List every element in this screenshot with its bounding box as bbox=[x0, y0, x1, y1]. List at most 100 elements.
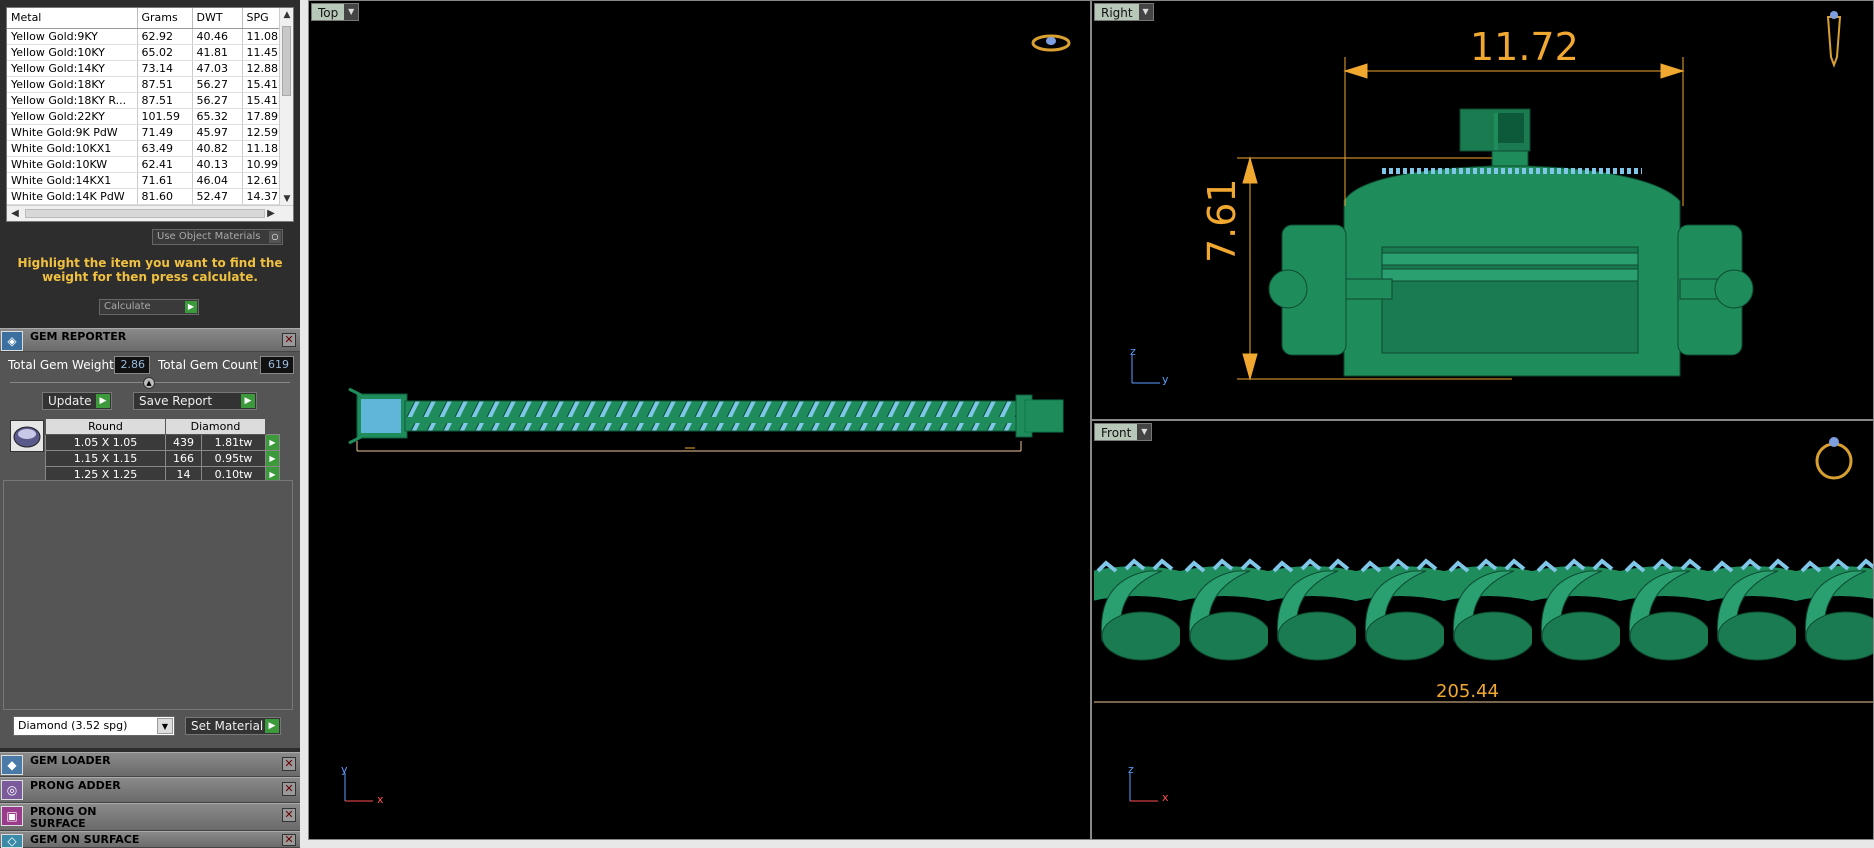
pen-orientation-icon bbox=[1826, 11, 1842, 68]
dwt-cell: 56.27 bbox=[192, 92, 243, 109]
axis-label-x: x bbox=[1162, 791, 1169, 804]
close-icon[interactable]: ✕ bbox=[282, 808, 296, 822]
update-button[interactable]: Update ▶ bbox=[42, 392, 112, 410]
metal-table-hscroll[interactable]: ◀ ▶ bbox=[7, 205, 293, 221]
col-grams[interactable]: Grams bbox=[137, 8, 193, 29]
metal-name-cell: Yellow Gold:10KY bbox=[7, 44, 138, 61]
grams-cell: 62.92 bbox=[137, 28, 193, 45]
gem-report-row[interactable]: 1.05 X 1.05 439 1.81tw ▶ bbox=[45, 434, 280, 451]
calculate-label: Calculate bbox=[104, 301, 151, 312]
set-material-button[interactable]: Set Material ▶ bbox=[185, 717, 281, 735]
close-icon[interactable]: ✕ bbox=[282, 834, 296, 846]
front-view-canvas bbox=[1094, 437, 1873, 802]
axis-triad bbox=[1129, 773, 1158, 802]
col-metal[interactable]: Metal bbox=[7, 8, 138, 29]
play-icon: ▶ bbox=[265, 719, 279, 733]
vscroll-thumb[interactable] bbox=[282, 26, 291, 96]
grams-cell: 101.59 bbox=[137, 108, 193, 125]
viewport-front[interactable]: Front ▼ 205.44 z x bbox=[1091, 420, 1874, 840]
metal-table-header: Metal Grams DWT SPG bbox=[7, 8, 293, 29]
metal-table-row[interactable]: White Gold:14KX1 71.61 46.04 12.61 bbox=[7, 172, 293, 189]
close-icon[interactable]: ✕ bbox=[282, 757, 296, 771]
dwt-cell: 47.03 bbox=[192, 60, 243, 77]
metal-table-row[interactable]: Yellow Gold:22KY 101.59 65.32 17.89 bbox=[7, 108, 293, 125]
chevron-down-icon[interactable]: ▼ bbox=[157, 718, 173, 734]
save-report-button[interactable]: Save Report ▶ bbox=[133, 392, 257, 410]
metal-table-row[interactable]: Yellow Gold:18KY 87.51 56.27 15.41 bbox=[7, 76, 293, 93]
dwt-cell: 40.82 bbox=[192, 140, 243, 157]
total-gem-weight-value: 2.86 bbox=[114, 356, 150, 374]
metal-table-row[interactable]: Yellow Gold:10KY 65.02 41.81 11.45 bbox=[7, 44, 293, 61]
use-object-materials-label: Use Object Materials bbox=[157, 231, 261, 242]
total-gem-count-value: 619 bbox=[260, 356, 294, 374]
left-tool-panel: Metal Grams DWT SPG Yellow Gold:9KY 62.92… bbox=[0, 0, 300, 848]
viewport-top[interactable]: Top ▼ y x bbox=[308, 0, 1091, 840]
gem-size-cell: 1.15 X 1.15 bbox=[45, 450, 166, 467]
select-gems-icon[interactable]: ▶ bbox=[265, 450, 280, 467]
scroll-up-icon[interactable]: ▲ bbox=[280, 8, 293, 22]
metal-table-row[interactable]: White Gold:14K PdW 81.60 52.47 14.37 bbox=[7, 188, 293, 205]
dimension-length-value: 205.44 bbox=[1436, 681, 1499, 702]
hscroll-thumb[interactable] bbox=[25, 209, 265, 218]
viewport-right[interactable]: Right ▼ 11.72 7.61 z y bbox=[1091, 0, 1874, 420]
grams-cell: 63.49 bbox=[137, 140, 193, 157]
gem-report-table: Round Diamond 1.05 X 1.05 439 1.81tw ▶ 1.15 … bbox=[45, 418, 280, 483]
round-gem-thumbnail[interactable] bbox=[10, 420, 44, 452]
metal-table-row[interactable]: Yellow Gold:14KY 73.14 47.03 12.88 bbox=[7, 60, 293, 77]
metal-table-vscroll[interactable]: ▲ ▼ bbox=[279, 8, 293, 206]
gem-weight-cell: 0.95tw bbox=[201, 450, 266, 467]
scroll-left-icon[interactable]: ◀ bbox=[7, 206, 23, 221]
prong-adder-icon: ◎ bbox=[1, 780, 23, 800]
gem-report-row[interactable]: 1.15 X 1.15 166 0.95tw ▶ bbox=[45, 450, 280, 467]
metal-name-cell: Yellow Gold:18KY bbox=[7, 76, 138, 93]
dwt-cell: 40.46 bbox=[192, 28, 243, 45]
total-gem-weight-label: Total Gem Weight bbox=[8, 358, 114, 372]
bracelet-top-view bbox=[348, 387, 1064, 452]
prong-on-surface-icon: ▣ bbox=[1, 806, 23, 826]
axis-triad bbox=[344, 773, 373, 802]
play-icon: ▶ bbox=[185, 301, 197, 313]
clasp-side-view bbox=[1268, 108, 1754, 377]
metal-name-cell: White Gold:10KX1 bbox=[7, 140, 138, 157]
gem-reporter-icon: ◈ bbox=[1, 331, 23, 351]
toggle-icon: ○ bbox=[269, 231, 281, 243]
gem-on-surface-title: GEM ON SURFACE bbox=[30, 833, 140, 846]
axis-label-z: z bbox=[1128, 763, 1134, 776]
collapse-handle-icon[interactable]: ▲ bbox=[143, 377, 155, 389]
grams-cell: 65.02 bbox=[137, 44, 193, 61]
metal-table-row[interactable]: White Gold:9K PdW 71.49 45.97 12.59 bbox=[7, 124, 293, 141]
gem-list-area bbox=[3, 480, 293, 710]
col-dwt[interactable]: DWT bbox=[192, 8, 243, 29]
select-gems-icon[interactable]: ▶ bbox=[265, 434, 280, 451]
col-gem-type: Diamond bbox=[165, 418, 266, 435]
dwt-cell: 40.13 bbox=[192, 156, 243, 173]
close-icon[interactable]: ✕ bbox=[282, 333, 296, 347]
dwt-cell: 45.97 bbox=[192, 124, 243, 141]
metal-table-row[interactable]: Yellow Gold:9KY 62.92 40.46 11.08 bbox=[7, 28, 293, 45]
grams-cell: 62.41 bbox=[137, 156, 193, 173]
gem-size-cell: 1.05 X 1.05 bbox=[45, 434, 166, 451]
bracelet-front-view bbox=[1094, 551, 1873, 669]
grams-cell: 81.60 bbox=[137, 188, 193, 205]
grams-cell: 87.51 bbox=[137, 92, 193, 109]
dimension-width-value: 11.72 bbox=[1470, 25, 1579, 69]
scroll-right-icon[interactable]: ▶ bbox=[263, 206, 279, 221]
gem-reporter-header[interactable]: ◈ GEM REPORTER ✕ bbox=[0, 328, 300, 352]
metal-table-row[interactable]: White Gold:10KX1 63.49 40.82 11.18 bbox=[7, 140, 293, 157]
gem-material-select[interactable]: Diamond (3.52 spg) ▼ bbox=[13, 716, 175, 736]
metal-name-cell: Yellow Gold:14KY bbox=[7, 60, 138, 77]
dwt-cell: 41.81 bbox=[192, 44, 243, 61]
gem-on-surface-header[interactable]: ◇ GEM ON SURFACE ✕ bbox=[0, 831, 300, 848]
prong-adder-header[interactable]: ◎ PRONG ADDER ✕ bbox=[0, 777, 300, 803]
metal-weight-table[interactable]: Metal Grams DWT SPG Yellow Gold:9KY 62.92… bbox=[6, 7, 294, 222]
col-shape: Round bbox=[45, 418, 166, 435]
prong-on-surface-header[interactable]: ▣ PRONG ON SURFACE ✕ bbox=[0, 803, 300, 831]
gem-loader-header[interactable]: ◆ GEM LOADER ✕ bbox=[0, 752, 300, 777]
metal-table-row[interactable]: White Gold:10KW 62.41 40.13 10.99 bbox=[7, 156, 293, 173]
scroll-down-icon[interactable]: ▼ bbox=[280, 192, 293, 206]
calculate-button[interactable]: Calculate ▶ bbox=[99, 299, 199, 315]
metal-name-cell: Yellow Gold:18KY R... bbox=[7, 92, 138, 109]
use-object-materials-toggle[interactable]: Use Object Materials ○ bbox=[152, 229, 283, 245]
close-icon[interactable]: ✕ bbox=[282, 782, 296, 796]
metal-table-row[interactable]: Yellow Gold:18KY R... 87.51 56.27 15.41 bbox=[7, 92, 293, 109]
